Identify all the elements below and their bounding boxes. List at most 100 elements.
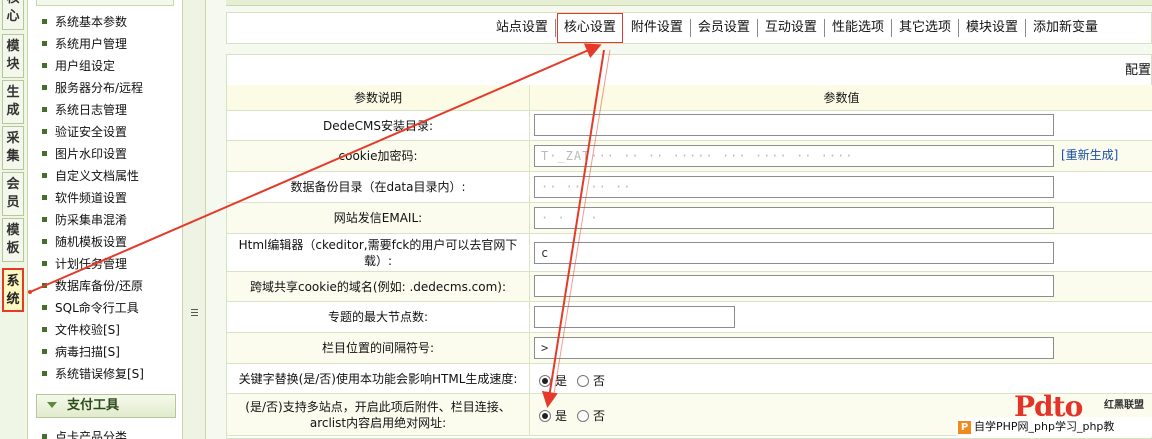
vtab-core[interactable]: 核心	[2, 0, 24, 30]
html-editor-input[interactable]: c	[534, 242, 1054, 264]
tab-site-settings[interactable]: 站点设置	[489, 19, 556, 37]
watermark-caption: P 自学PHP网_php学习_php教	[956, 417, 1152, 437]
menu-item-label: 服务器分布/远程	[55, 81, 144, 95]
menu-section-label: 支付工具	[67, 398, 120, 413]
bullet-icon	[42, 239, 47, 244]
regenerate-link[interactable]: [重新生成]	[1061, 146, 1118, 163]
menu-item-user-manage[interactable]: 系统用户管理	[42, 35, 127, 53]
keyword-replace-radios: 是 否	[539, 372, 615, 389]
column-header-value: 参数值	[823, 91, 860, 105]
cookie-domain-input[interactable]	[534, 275, 1054, 297]
menu-item-sql-tool[interactable]: SQL命令行工具	[42, 299, 139, 317]
menu-item-label: 系统错误修复[S]	[55, 367, 144, 381]
bullet-icon	[42, 349, 47, 354]
tab-module-settings[interactable]: 模块设置	[959, 19, 1026, 37]
cookie-key-input[interactable]: T·_ZAT··· ·· ·· ····· ··· ···· ·· ····	[534, 145, 1054, 167]
vtab-system[interactable]: 系统	[2, 268, 24, 312]
bullet-icon	[42, 283, 47, 288]
menu-item-label: SQL命令行工具	[55, 301, 139, 315]
site-watermark: Pdto 红黑联盟 P 自学PHP网_php学习_php教	[956, 390, 1152, 439]
bullet-icon	[42, 19, 47, 24]
table-row: 跨域共享cookie的域名(例如: .dedecms.com):	[227, 272, 1152, 302]
bullet-icon	[42, 327, 47, 332]
vtab-module[interactable]: 模块	[2, 34, 24, 78]
bullet-icon	[42, 41, 47, 46]
watermark-caption-text: 自学PHP网_php学习_php教	[974, 420, 1115, 433]
backup-dir-input[interactable]: ·· ·· ·· ··	[534, 176, 1054, 198]
settings-tabbar: 站点设置 核心设置 附件设置 会员设置 互动设置 性能选项 其它选项 模块设置 …	[226, 12, 1152, 44]
menu-item-db-backup[interactable]: 数据库备份/还原	[42, 277, 143, 295]
table-row: cookie加密码: T·_ZAT··· ·· ·· ····· ··· ···…	[227, 141, 1152, 172]
bullet-icon	[42, 434, 47, 439]
menu-item-virus-scan[interactable]: 病毒扫描[S]	[42, 343, 120, 361]
menu-section-payment[interactable]: 支付工具	[36, 394, 176, 418]
radio-label: 否	[593, 374, 606, 388]
menu-item-label: 系统用户管理	[55, 37, 128, 51]
menu-item-scheduled-tasks[interactable]: 计划任务管理	[42, 255, 127, 273]
bullet-icon	[42, 63, 47, 68]
email-field[interactable]: · · · ·	[534, 207, 1054, 229]
menu-item-label: 验证安全设置	[55, 125, 128, 139]
menu-top-border	[36, 0, 174, 6]
bullet-icon	[42, 173, 47, 178]
menu-item-label: 用户组设定	[55, 59, 116, 73]
menu-item-anti-collect[interactable]: 防采集串混淆	[42, 211, 127, 229]
vtab-collect[interactable]: 采集	[2, 126, 24, 170]
menu-item-system-params[interactable]: 系统基本参数	[42, 13, 127, 31]
menu-item-label: 图片水印设置	[55, 147, 128, 161]
bullet-icon	[42, 305, 47, 310]
menu-item-user-group[interactable]: 用户组设定	[42, 57, 115, 75]
menu-item-file-check[interactable]: 文件校验[S]	[42, 321, 120, 339]
menu-item-label: 病毒扫描[S]	[55, 345, 120, 359]
menu-item-error-repair[interactable]: 系统错误修复[S]	[42, 365, 144, 383]
menu-item-label: 点卡产品分类	[55, 430, 128, 439]
row-label: (是/否)支持多站点，开启此项后附件、栏目连接、arclist内容启用绝对网址:	[227, 394, 530, 435]
tab-performance-options[interactable]: 性能选项	[825, 19, 892, 37]
table-header-row: 参数说明 参数值	[227, 85, 1152, 111]
vtab-member[interactable]: 会员	[2, 172, 24, 216]
radio-yes[interactable]	[539, 409, 551, 422]
vtab-template[interactable]: 模板	[2, 218, 24, 262]
tab-member-settings[interactable]: 会员设置	[691, 19, 758, 37]
radio-label: 是	[555, 374, 568, 388]
radio-yes[interactable]	[539, 374, 551, 387]
top-strip	[226, 0, 1152, 6]
row-value	[530, 302, 1152, 332]
menu-item-system-log[interactable]: 系统日志管理	[42, 101, 127, 119]
menu-item-label: 随机模板设置	[55, 235, 128, 249]
radio-no[interactable]	[577, 409, 590, 422]
sidebar-menu: 系统基本参数 系统用户管理 用户组设定 服务器分布/远程 系统日志管理 验证安全…	[28, 0, 183, 439]
menu-item-server-remote[interactable]: 服务器分布/远程	[42, 79, 143, 97]
vtab-generate[interactable]: 生成	[2, 80, 24, 124]
row-value: T·_ZAT··· ·· ·· ····· ··· ···· ·· ···· […	[530, 141, 1152, 171]
separator-input[interactable]: >	[534, 337, 1054, 359]
frame-splitter[interactable]	[183, 0, 206, 439]
menu-item-doc-attr[interactable]: 自定义文档属性	[42, 167, 139, 185]
menu-item-label: 系统日志管理	[55, 103, 128, 117]
menu-item-random-template[interactable]: 随机模板设置	[42, 233, 127, 251]
row-label: 专题的最大节点数:	[227, 302, 530, 332]
tab-other-options[interactable]: 其它选项	[892, 19, 959, 37]
menu-item-card-category[interactable]: 点卡产品分类	[42, 428, 127, 439]
menu-item-label: 系统基本参数	[55, 15, 128, 29]
row-label: 跨域共享cookie的域名(例如: .dedecms.com):	[227, 272, 530, 301]
menu-item-label: 防采集串混淆	[55, 213, 128, 227]
bullet-icon	[42, 107, 47, 112]
table-row: 栏目位置的间隔符号: >	[227, 333, 1152, 364]
menu-item-watermark[interactable]: 图片水印设置	[42, 145, 127, 163]
tab-add-variable[interactable]: 添加新变量	[1026, 19, 1105, 37]
menu-item-security[interactable]: 验证安全设置	[42, 123, 127, 141]
bullet-icon	[42, 217, 47, 222]
radio-no[interactable]	[577, 374, 590, 387]
tab-attachment-settings[interactable]: 附件设置	[624, 19, 691, 37]
max-nodes-input[interactable]	[534, 306, 735, 328]
row-label: 关键字替换(是/否)使用本功能会影响HTML生成速度:	[227, 364, 530, 393]
bullet-icon	[42, 151, 47, 156]
row-value: 是 否	[530, 364, 1152, 393]
menu-item-soft-channel[interactable]: 软件频道设置	[42, 189, 127, 207]
tab-core-settings[interactable]: 核心设置	[556, 13, 623, 43]
multisite-radios: 是 否	[539, 407, 615, 424]
install-dir-input[interactable]	[534, 114, 1054, 136]
menu-item-label: 数据库备份/还原	[55, 279, 144, 293]
tab-interaction-settings[interactable]: 互动设置	[758, 19, 825, 37]
